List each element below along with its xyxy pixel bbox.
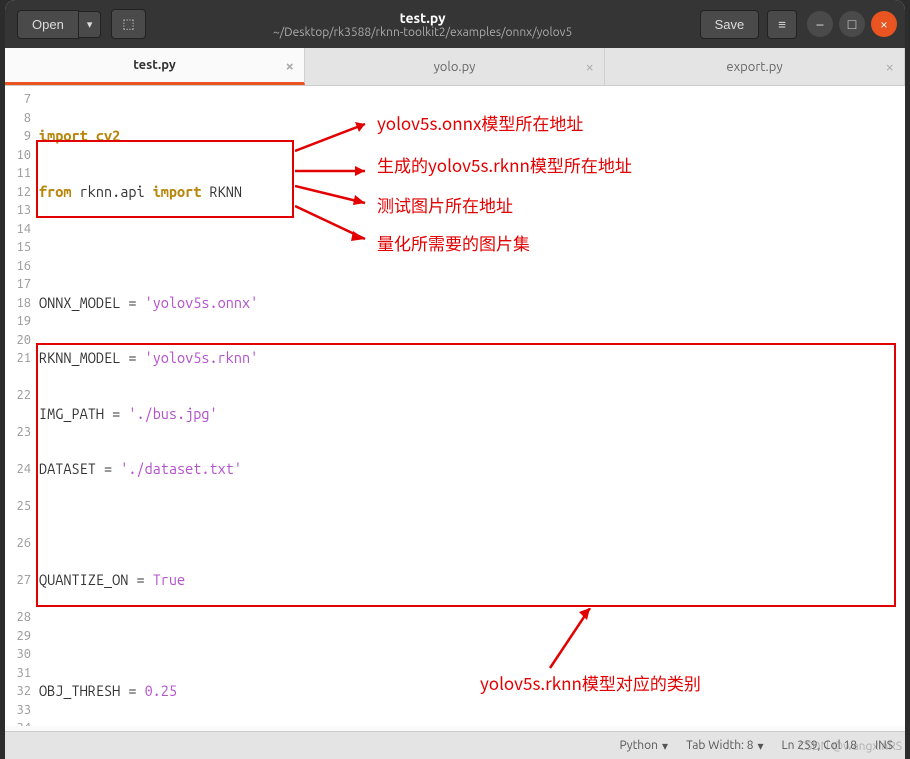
window-subtitle: ~/Desktop/rk3588/rknn-toolkit2/examples/…: [146, 26, 700, 39]
window-controls: – □ ×: [807, 11, 897, 37]
maximize-icon: □: [848, 16, 856, 32]
open-button[interactable]: Open: [17, 10, 79, 39]
chevron-down-icon: ▾: [758, 739, 764, 753]
annotation-text: yolov5s.onnx模型所在地址: [377, 114, 583, 133]
annotation-text: 量化所需要的图片集: [377, 234, 530, 253]
hamburger-menu-button[interactable]: ≡: [767, 10, 797, 39]
editor-window: Open ▾ ⬚ test.py ~/Desktop/rk3588/rknn-t…: [5, 0, 905, 759]
code-editor[interactable]: 7 8 9 10 11 12 13 14 15 16 17 18 19 20 2…: [5, 86, 905, 726]
code-line: DATASET = './dataset.txt': [39, 460, 901, 479]
minimize-button[interactable]: –: [807, 11, 833, 37]
status-tabwidth[interactable]: Tab Width: 8▾: [686, 739, 763, 753]
code-content[interactable]: import cv2 from rknn.api import RKNN ONN…: [39, 90, 901, 726]
tab-bar: test.py × yolo.py × export.py ×: [5, 48, 905, 86]
tab-close-icon[interactable]: ×: [586, 58, 594, 75]
chevron-down-icon: ▾: [662, 739, 668, 753]
tab-label: test.py: [133, 58, 176, 72]
tab-label: export.py: [726, 60, 782, 74]
tab-yolo-py[interactable]: yolo.py ×: [305, 48, 605, 85]
new-tab-icon: ⬚: [122, 16, 134, 31]
tab-close-icon[interactable]: ×: [886, 58, 894, 75]
code-line: ONNX_MODEL = 'yolov5s.onnx': [39, 294, 901, 313]
code-line: import cv2: [39, 127, 120, 144]
status-bar: Python▾ Tab Width: 8▾ Ln 259, Col 18 INS: [5, 731, 905, 759]
tab-export-py[interactable]: export.py ×: [605, 48, 905, 85]
hamburger-icon: ≡: [778, 17, 786, 32]
window-title: test.py: [146, 10, 700, 26]
maximize-button[interactable]: □: [839, 11, 865, 37]
title-center: test.py ~/Desktop/rk3588/rknn-toolkit2/e…: [146, 10, 700, 39]
new-tab-button[interactable]: ⬚: [111, 9, 145, 39]
line-number-gutter: 7 8 9 10 11 12 13 14 15 16 17 18 19 20 2…: [5, 90, 35, 726]
close-icon: ×: [880, 16, 888, 32]
code-line: [39, 627, 901, 646]
status-language[interactable]: Python▾: [619, 739, 668, 753]
titlebar: Open ▾ ⬚ test.py ~/Desktop/rk3588/rknn-t…: [5, 0, 905, 48]
tab-label: yolo.py: [434, 60, 476, 74]
annotation-text: yolov5s.rknn模型对应的类别: [480, 674, 701, 693]
tab-test-py[interactable]: test.py ×: [5, 48, 305, 85]
annotation-text: 生成的yolov5s.rknn模型所在地址: [377, 156, 632, 175]
annotation-text: 测试图片所在地址: [377, 196, 513, 215]
close-button[interactable]: ×: [871, 11, 897, 37]
save-button[interactable]: Save: [700, 10, 760, 39]
tab-close-icon[interactable]: ×: [286, 57, 294, 74]
watermark: CSDN @wangxinRS: [798, 740, 902, 753]
open-dropdown-button[interactable]: ▾: [79, 11, 102, 38]
code-line: QUANTIZE_ON = True: [39, 571, 901, 590]
minimize-icon: –: [817, 16, 824, 32]
code-line: [39, 516, 901, 535]
code-line: RKNN_MODEL = 'yolov5s.rknn': [39, 349, 901, 368]
code-line: OBJ_THRESH = 0.25: [39, 682, 901, 701]
code-line: IMG_PATH = './bus.jpg': [39, 405, 901, 424]
